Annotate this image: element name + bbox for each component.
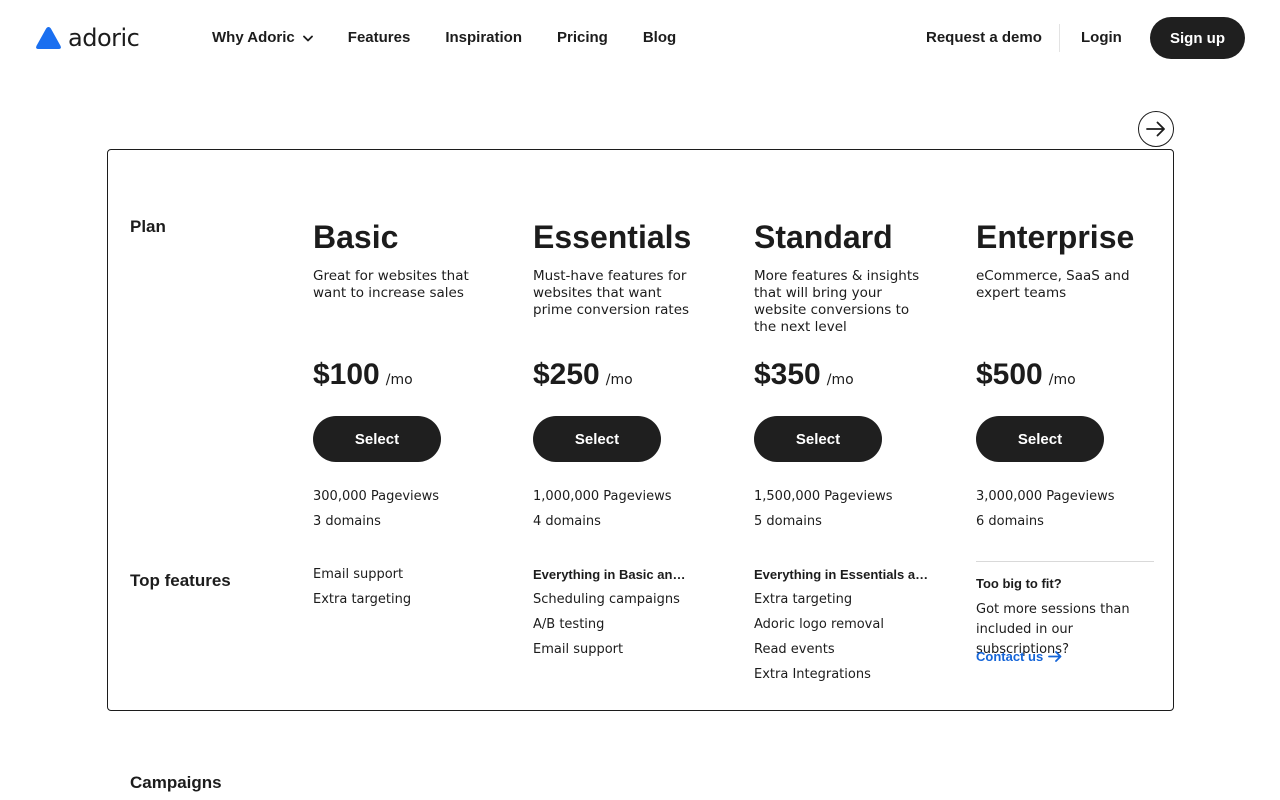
- select-basic-button[interactable]: Select: [313, 416, 441, 462]
- features-heading-standard: Everything in Essentials and...: [754, 567, 930, 582]
- plan-desc-essentials: Must-have features for websites that wan…: [533, 268, 690, 318]
- main-nav: Why Adoric Features Inspiration Pricing …: [212, 29, 711, 47]
- feature-item: Read events: [754, 642, 835, 657]
- top-features-row-label: Top features: [130, 571, 231, 590]
- adoric-logo-icon: [36, 27, 61, 49]
- brand-name: adoric: [68, 24, 140, 52]
- plan-price-basic: $100 /mo: [313, 358, 413, 392]
- nav-blog[interactable]: Blog: [643, 29, 676, 47]
- enterprise-box-title: Too big to fit?: [976, 576, 1062, 591]
- price-period: /mo: [1048, 372, 1076, 388]
- brand-logo[interactable]: adoric: [35, 24, 140, 52]
- price-period: /mo: [605, 372, 633, 388]
- signup-button[interactable]: Sign up: [1150, 17, 1245, 59]
- plan-row-label: Plan: [130, 217, 166, 236]
- nav-pricing[interactable]: Pricing: [557, 29, 608, 47]
- nav-why-adoric[interactable]: Why Adoric: [212, 29, 313, 47]
- price-amount: $100: [313, 358, 380, 391]
- request-demo-link[interactable]: Request a demo: [926, 29, 1042, 47]
- plan-name-standard: Standard: [754, 219, 893, 255]
- contact-us-label: Contact us: [976, 649, 1044, 664]
- feature-item: Email support: [533, 642, 624, 657]
- feature-item: Email support: [313, 567, 404, 582]
- nav-features[interactable]: Features: [348, 29, 411, 47]
- price-period: /mo: [826, 372, 854, 388]
- pageviews-standard: 1,500,000 Pageviews: [754, 489, 893, 504]
- plan-desc-standard: More features & insights that will bring…: [754, 268, 920, 335]
- plan-name-basic: Basic: [313, 219, 399, 255]
- feature-item: Extra targeting: [754, 592, 853, 607]
- login-link[interactable]: Login: [1081, 29, 1122, 47]
- feature-item: Extra Integrations: [754, 667, 871, 682]
- price-amount: $500: [976, 358, 1043, 391]
- plan-price-enterprise: $500 /mo: [976, 358, 1076, 392]
- enterprise-divider: [976, 561, 1154, 562]
- plan-desc-basic: Great for websites that want to increase…: [313, 268, 469, 301]
- pageviews-basic: 300,000 Pageviews: [313, 489, 440, 504]
- feature-item: Scheduling campaigns: [533, 592, 680, 607]
- plan-name-essentials: Essentials: [533, 219, 692, 255]
- plan-price-essentials: $250 /mo: [533, 358, 633, 392]
- domains-standard: 5 domains: [754, 514, 822, 529]
- features-heading-essentials: Everything in Basic and...: [533, 567, 689, 582]
- feature-item: A/B testing: [533, 617, 605, 632]
- nav-inspiration[interactable]: Inspiration: [445, 29, 522, 47]
- price-amount: $350: [754, 358, 821, 391]
- select-enterprise-button[interactable]: Select: [976, 416, 1104, 462]
- price-amount: $250: [533, 358, 600, 391]
- price-period: /mo: [385, 372, 413, 388]
- pageviews-enterprise: 3,000,000 Pageviews: [976, 489, 1115, 504]
- next-plans-button[interactable]: [1138, 111, 1174, 147]
- select-essentials-button[interactable]: Select: [533, 416, 661, 462]
- campaigns-section-label: Campaigns: [130, 773, 222, 792]
- plan-price-standard: $350 /mo: [754, 358, 854, 392]
- nav-why-adoric-label: Why Adoric: [212, 29, 295, 46]
- pageviews-essentials: 1,000,000 Pageviews: [533, 489, 672, 504]
- contact-us-link[interactable]: Contact us: [976, 649, 1062, 664]
- chevron-down-icon: [302, 29, 313, 47]
- select-standard-button[interactable]: Select: [754, 416, 882, 462]
- arrow-right-icon: [1146, 121, 1165, 137]
- feature-item: Extra targeting: [313, 592, 412, 607]
- domains-enterprise: 6 domains: [976, 514, 1044, 529]
- feature-item: Adoric logo removal: [754, 617, 884, 632]
- plan-desc-enterprise: eCommerce, SaaS and expert teams: [976, 268, 1130, 301]
- plan-name-enterprise: Enterprise: [976, 219, 1135, 255]
- arrow-right-icon: [1048, 651, 1062, 662]
- site-header: adoric Why Adoric Features Inspiration P…: [0, 0, 1280, 76]
- header-divider: [1059, 24, 1060, 52]
- domains-essentials: 4 domains: [533, 514, 601, 529]
- domains-basic: 3 domains: [313, 514, 381, 529]
